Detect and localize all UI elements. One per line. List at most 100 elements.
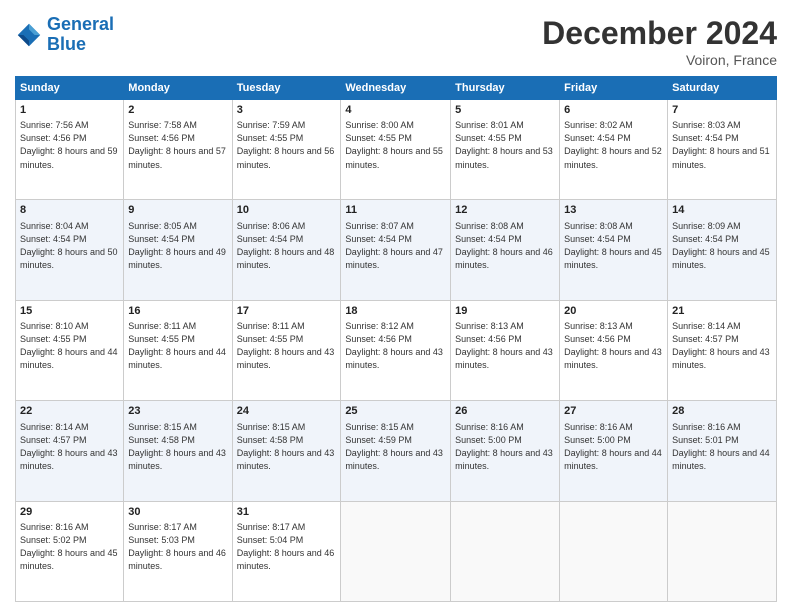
calendar-cell: 2Sunrise: 7:58 AMSunset: 4:56 PMDaylight… [124,100,232,200]
day-number: 11 [345,203,446,218]
day-header-sunday: Sunday [16,77,124,100]
calendar-cell [560,501,668,601]
day-number: 16 [128,304,227,319]
cell-info: Sunrise: 8:13 AMSunset: 4:56 PMDaylight:… [455,320,555,372]
title-block: December 2024 Voiron, France [542,15,777,68]
calendar-cell: 29Sunrise: 8:16 AMSunset: 5:02 PMDayligh… [16,501,124,601]
cell-info: Sunrise: 8:17 AMSunset: 5:04 PMDaylight:… [237,521,337,573]
cell-info: Sunrise: 8:09 AMSunset: 4:54 PMDaylight:… [672,220,772,272]
calendar-cell: 21Sunrise: 8:14 AMSunset: 4:57 PMDayligh… [668,300,777,400]
day-number: 31 [237,505,337,520]
calendar-cell: 14 Sunrise: 8:09 AMSunset: 4:54 PMDayligh… [668,200,777,300]
logo: GeneralBlue [15,15,114,55]
cell-info: Sunrise: 8:11 AMSunset: 4:55 PMDaylight:… [237,320,337,372]
week-row-3: 15Sunrise: 8:10 AMSunset: 4:55 PMDayligh… [16,300,777,400]
day-number: 4 [345,103,446,118]
calendar-cell: 7Sunrise: 8:03 AMSunset: 4:54 PMDaylight… [668,100,777,200]
day-number: 22 [20,404,119,419]
cell-info: Sunrise: 8:11 AMSunset: 4:55 PMDaylight:… [128,320,227,372]
calendar-cell: 24 Sunrise: 8:15 AMSunset: 4:58 PMDayligh… [232,401,341,501]
cell-info: Sunrise: 8:13 AMSunset: 4:56 PMDaylight:… [564,320,663,372]
day-number: 9 [128,203,227,218]
calendar-cell [341,501,451,601]
cell-info: Sunrise: 8:08 AMSunset: 4:54 PMDaylight:… [564,220,663,272]
cell-info: Sunrise: 8:07 AMSunset: 4:54 PMDaylight:… [345,220,446,272]
day-number: 23 [128,404,227,419]
calendar-cell [668,501,777,601]
calendar-cell: 17Sunrise: 8:11 AMSunset: 4:55 PMDayligh… [232,300,341,400]
calendar-cell: 22 Sunrise: 8:14 AMSunset: 4:57 PMDayligh… [16,401,124,501]
day-number: 14 [672,203,772,218]
week-row-5: 29Sunrise: 8:16 AMSunset: 5:02 PMDayligh… [16,501,777,601]
calendar-cell: 18Sunrise: 8:12 AMSunset: 4:56 PMDayligh… [341,300,451,400]
day-number: 25 [345,404,446,419]
cell-info: Sunrise: 8:16 AMSunset: 5:00 PMDaylight:… [564,421,663,473]
calendar-table: SundayMondayTuesdayWednesdayThursdayFrid… [15,76,777,602]
cell-info: Sunrise: 8:03 AMSunset: 4:54 PMDaylight:… [672,119,772,171]
day-number: 7 [672,103,772,118]
cell-info: Sunrise: 8:14 AMSunset: 4:57 PMDaylight:… [20,421,119,473]
calendar-cell: 1Sunrise: 7:56 AMSunset: 4:56 PMDaylight… [16,100,124,200]
day-header-friday: Friday [560,77,668,100]
calendar-cell [451,501,560,601]
cell-info: Sunrise: 7:56 AMSunset: 4:56 PMDaylight:… [20,119,119,171]
cell-info: Sunrise: 8:16 AMSunset: 5:02 PMDaylight:… [20,521,119,573]
day-number: 24 [237,404,337,419]
calendar-cell: 23 Sunrise: 8:15 AMSunset: 4:58 PMDayligh… [124,401,232,501]
cell-info: Sunrise: 8:16 AMSunset: 5:01 PMDaylight:… [672,421,772,473]
calendar-cell: 9 Sunrise: 8:05 AMSunset: 4:54 PMDaylight… [124,200,232,300]
day-number: 19 [455,304,555,319]
day-number: 8 [20,203,119,218]
day-header-saturday: Saturday [668,77,777,100]
day-number: 2 [128,103,227,118]
cell-info: Sunrise: 8:08 AMSunset: 4:54 PMDaylight:… [455,220,555,272]
calendar-cell: 19Sunrise: 8:13 AMSunset: 4:56 PMDayligh… [451,300,560,400]
calendar-cell: 30Sunrise: 8:17 AMSunset: 5:03 PMDayligh… [124,501,232,601]
week-row-2: 8 Sunrise: 8:04 AMSunset: 4:54 PMDaylight… [16,200,777,300]
cell-info: Sunrise: 8:15 AMSunset: 4:59 PMDaylight:… [345,421,446,473]
day-number: 26 [455,404,555,419]
calendar-cell: 6Sunrise: 8:02 AMSunset: 4:54 PMDaylight… [560,100,668,200]
cell-info: Sunrise: 8:10 AMSunset: 4:55 PMDaylight:… [20,320,119,372]
logo-text: GeneralBlue [47,15,114,55]
day-number: 18 [345,304,446,319]
calendar-cell: 26 Sunrise: 8:16 AMSunset: 5:00 PMDayligh… [451,401,560,501]
calendar-cell: 4Sunrise: 8:00 AMSunset: 4:55 PMDaylight… [341,100,451,200]
header-row: SundayMondayTuesdayWednesdayThursdayFrid… [16,77,777,100]
cell-info: Sunrise: 8:15 AMSunset: 4:58 PMDaylight:… [237,421,337,473]
cell-info: Sunrise: 8:15 AMSunset: 4:58 PMDaylight:… [128,421,227,473]
cell-info: Sunrise: 8:01 AMSunset: 4:55 PMDaylight:… [455,119,555,171]
calendar-cell: 10Sunrise: 8:06 AMSunset: 4:54 PMDayligh… [232,200,341,300]
day-number: 12 [455,203,555,218]
cell-info: Sunrise: 7:59 AMSunset: 4:55 PMDaylight:… [237,119,337,171]
day-number: 21 [672,304,772,319]
cell-info: Sunrise: 8:02 AMSunset: 4:54 PMDaylight:… [564,119,663,171]
day-number: 20 [564,304,663,319]
day-header-tuesday: Tuesday [232,77,341,100]
calendar-cell: 25 Sunrise: 8:15 AMSunset: 4:59 PMDayligh… [341,401,451,501]
calendar-cell: 8 Sunrise: 8:04 AMSunset: 4:54 PMDaylight… [16,200,124,300]
calendar-cell: 28 Sunrise: 8:16 AMSunset: 5:01 PMDayligh… [668,401,777,501]
day-number: 29 [20,505,119,520]
calendar-cell: 5Sunrise: 8:01 AMSunset: 4:55 PMDaylight… [451,100,560,200]
week-row-4: 22 Sunrise: 8:14 AMSunset: 4:57 PMDayligh… [16,401,777,501]
calendar-cell: 20Sunrise: 8:13 AMSunset: 4:56 PMDayligh… [560,300,668,400]
day-number: 28 [672,404,772,419]
week-row-1: 1Sunrise: 7:56 AMSunset: 4:56 PMDaylight… [16,100,777,200]
day-number: 13 [564,203,663,218]
cell-info: Sunrise: 8:04 AMSunset: 4:54 PMDaylight:… [20,220,119,272]
cell-info: Sunrise: 8:00 AMSunset: 4:55 PMDaylight:… [345,119,446,171]
day-number: 5 [455,103,555,118]
day-header-wednesday: Wednesday [341,77,451,100]
cell-info: Sunrise: 8:05 AMSunset: 4:54 PMDaylight:… [128,220,227,272]
cell-info: Sunrise: 8:12 AMSunset: 4:56 PMDaylight:… [345,320,446,372]
cell-info: Sunrise: 8:16 AMSunset: 5:00 PMDaylight:… [455,421,555,473]
header: GeneralBlue December 2024 Voiron, France [15,15,777,68]
calendar-cell: 15Sunrise: 8:10 AMSunset: 4:55 PMDayligh… [16,300,124,400]
day-number: 1 [20,103,119,118]
day-number: 3 [237,103,337,118]
calendar-cell: 3Sunrise: 7:59 AMSunset: 4:55 PMDaylight… [232,100,341,200]
day-header-monday: Monday [124,77,232,100]
calendar-cell: 13 Sunrise: 8:08 AMSunset: 4:54 PMDayligh… [560,200,668,300]
cell-info: Sunrise: 7:58 AMSunset: 4:56 PMDaylight:… [128,119,227,171]
